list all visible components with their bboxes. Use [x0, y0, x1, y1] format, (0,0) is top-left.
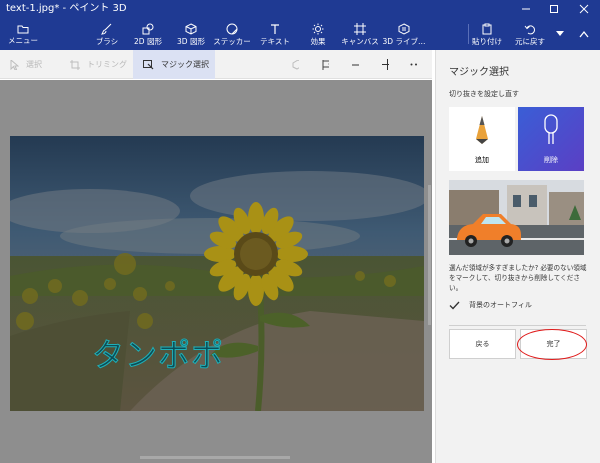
tool-sticker-label: ステッカー [213, 36, 251, 46]
tool-text-label: テキスト [260, 36, 290, 46]
back-button[interactable]: 戻る [449, 329, 516, 359]
selection-toolbar: 選択 トリミング マジック選択 [0, 50, 432, 79]
tool-canvas[interactable]: キャンバス [341, 18, 379, 50]
highlight-annotation [517, 329, 587, 360]
3d-view-button[interactable] [292, 50, 306, 79]
collapse-toolbar-button[interactable] [574, 18, 594, 50]
tool-canvas-label: キャンバス [341, 36, 379, 46]
tutorial-preview [449, 180, 584, 255]
add-label: 追加 [475, 156, 489, 164]
title-bar: text-1.jpg* - ペイント 3D [0, 0, 600, 18]
tool-effects-label: 効果 [310, 36, 326, 46]
tool-text[interactable]: テキスト [259, 18, 291, 50]
tool-brush-label: ブラシ [95, 36, 119, 46]
eraser-icon [544, 114, 558, 144]
canvas-icon [354, 22, 366, 35]
undo-history-button[interactable] [552, 18, 568, 50]
undo-label: 元に戻す [515, 36, 545, 46]
close-button[interactable] [570, 0, 598, 18]
view-3d-icon [292, 59, 299, 70]
menu-label: メニュー [8, 35, 38, 45]
zoom-out-button[interactable] [352, 50, 366, 79]
maximize-icon [550, 5, 558, 13]
pencil-icon [476, 116, 488, 144]
panel-divider [449, 325, 586, 326]
tool-effects[interactable]: 効果 [304, 18, 332, 50]
more-options-button[interactable] [410, 50, 424, 79]
panel-title: マジック選択 [449, 67, 509, 78]
minimize-icon [522, 8, 530, 10]
plus-icon [382, 59, 389, 70]
window-title: text-1.jpg* - ペイント 3D [6, 3, 127, 14]
tool-2d-shapes[interactable]: 2D 図形 [131, 18, 165, 50]
zoom-in-button[interactable] [382, 50, 396, 79]
back-label: 戻る [475, 340, 490, 348]
menu-button[interactable]: メニュー [8, 18, 38, 50]
tool-stickers[interactable]: ステッカー [213, 18, 251, 50]
flag-button[interactable] [322, 50, 336, 79]
tool-3d-library[interactable]: 3D ライブ… [383, 18, 425, 50]
autofill-label: 背景のオートフィル [469, 301, 532, 309]
flag-icon [322, 59, 329, 70]
checkmark-icon [449, 301, 460, 309]
maximize-button[interactable] [540, 0, 568, 18]
effects-icon [312, 23, 324, 34]
panel-subtitle: 切り抜きを設定し直す [449, 90, 519, 98]
magic-select-icon [143, 59, 154, 69]
remove-button[interactable]: 削除 [518, 107, 584, 171]
panel-description: 選んだ領域が多すぎましたか? 必要のない領域をマークして、切り抜きから削除してく… [449, 264, 587, 292]
paste-icon [482, 23, 492, 34]
undo-button[interactable]: 元に戻す [514, 18, 546, 50]
magic-select-label: マジック選択 [161, 60, 209, 69]
paste-button[interactable]: 貼り付け [472, 18, 502, 50]
tool-3d-label: 3D 図形 [177, 36, 205, 46]
canvas-text-overlay[interactable]: タンポポ [91, 330, 224, 376]
horizontal-scrollbar[interactable] [140, 456, 290, 459]
folder-icon [17, 25, 29, 33]
magic-select-tool[interactable]: マジック選択 [133, 50, 215, 79]
chevron-up-icon [579, 30, 589, 38]
sticker-icon [226, 23, 238, 34]
brush-icon [101, 23, 112, 35]
crop-icon [70, 59, 80, 70]
vertical-scrollbar[interactable] [428, 185, 431, 325]
main-toolbar: メニュー ブラシ 2D 図形 3D 図形 ステッカー テキスト 効果 キャンバス… [0, 18, 600, 50]
autofill-checkbox[interactable]: 背景のオートフィル [449, 300, 532, 310]
cursor-icon [10, 59, 19, 70]
car-illustration [449, 180, 584, 255]
add-button[interactable]: 追加 [449, 107, 515, 171]
crop-tool[interactable]: トリミング [70, 50, 130, 79]
tool-3d-shapes[interactable]: 3D 図形 [174, 18, 208, 50]
tool-2d-label: 2D 図形 [134, 36, 162, 46]
select-label: 選択 [26, 60, 42, 69]
paste-label: 貼り付け [472, 36, 502, 46]
library-3d-icon [398, 22, 410, 35]
undo-icon [524, 24, 535, 34]
shape-3d-icon [185, 22, 197, 35]
magic-select-panel: マジック選択 切り抜きを設定し直す 追加 削除 選んだ領域が多すぎましたか? 必… [435, 50, 600, 463]
tool-library-label: 3D ライブ… [382, 36, 426, 46]
text-icon [271, 23, 279, 34]
remove-label: 削除 [544, 156, 558, 164]
minimize-button[interactable] [512, 0, 540, 18]
tool-brush[interactable]: ブラシ [92, 18, 122, 50]
toolbar-divider [468, 24, 469, 44]
shape-2d-icon [142, 23, 154, 34]
minus-icon [352, 64, 359, 65]
close-icon [579, 4, 589, 14]
more-icon [410, 63, 417, 66]
chevron-down-icon [556, 31, 564, 36]
select-tool[interactable]: 選択 [10, 50, 60, 79]
crop-label: トリミング [87, 60, 127, 69]
